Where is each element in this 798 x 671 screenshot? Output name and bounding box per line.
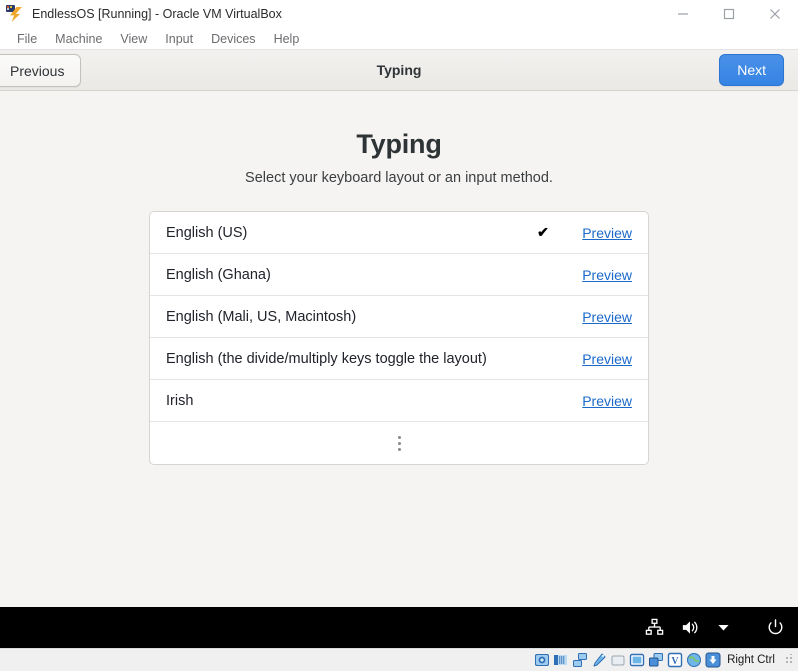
previous-button[interactable]: Previous bbox=[0, 54, 82, 87]
preview-link[interactable]: Preview bbox=[576, 309, 632, 325]
optical-drive-icon[interactable] bbox=[553, 652, 569, 668]
network-adapter-icon[interactable] bbox=[572, 652, 588, 668]
virtualbox-statusbar: V Right Ctrl bbox=[0, 648, 798, 671]
guest-screen: Previous Typing Next Typing Select your … bbox=[0, 50, 798, 648]
display-icon[interactable] bbox=[629, 652, 645, 668]
hard-disk-icon[interactable] bbox=[534, 652, 550, 668]
window-titlebar: EndlessOS [Running] - Oracle VM VirtualB… bbox=[0, 0, 798, 28]
layout-label: English (US) bbox=[166, 224, 248, 241]
volume-icon[interactable] bbox=[680, 618, 699, 637]
network-wired-icon[interactable] bbox=[645, 618, 664, 637]
mouse-integration-icon[interactable] bbox=[705, 652, 721, 668]
next-button[interactable]: Next bbox=[719, 54, 784, 86]
window-controls bbox=[660, 0, 798, 28]
remote-desktop-icon[interactable] bbox=[648, 652, 664, 668]
preview-link[interactable]: Preview bbox=[576, 351, 632, 367]
host-key-label: Right Ctrl bbox=[727, 654, 775, 666]
layout-label: English (the divide/multiply keys toggle… bbox=[166, 350, 487, 367]
preview-link[interactable]: Preview bbox=[576, 267, 632, 283]
minimize-icon[interactable] bbox=[660, 0, 706, 28]
preview-link[interactable]: Preview bbox=[576, 225, 632, 241]
svg-text:V: V bbox=[671, 656, 679, 667]
menu-item-view[interactable]: View bbox=[111, 29, 156, 49]
headerbar-title: Typing bbox=[376, 62, 422, 78]
menu-item-file[interactable]: File bbox=[8, 29, 46, 49]
menu-item-help[interactable]: Help bbox=[265, 29, 309, 49]
globe-icon[interactable] bbox=[686, 652, 702, 668]
menu-item-machine[interactable]: Machine bbox=[46, 29, 111, 49]
layout-label: English (Mali, US, Macintosh) bbox=[166, 308, 357, 325]
keyboard-layout-row[interactable]: English (Ghana) Preview bbox=[150, 254, 648, 296]
chevron-down-icon[interactable] bbox=[715, 619, 732, 636]
virtualbox-icon bbox=[6, 5, 24, 23]
preview-link[interactable]: Preview bbox=[576, 393, 632, 409]
power-icon[interactable] bbox=[766, 618, 785, 637]
video-capture-icon[interactable]: V bbox=[667, 652, 683, 668]
menu-item-devices[interactable]: Devices bbox=[202, 29, 264, 49]
page-title: Typing bbox=[356, 129, 442, 159]
show-more-layouts-button[interactable] bbox=[150, 422, 648, 464]
shared-folders-icon[interactable] bbox=[610, 652, 626, 668]
virtualbox-window: EndlessOS [Running] - Oracle VM VirtualB… bbox=[0, 0, 798, 671]
layout-label: English (Ghana) bbox=[166, 266, 271, 283]
menubar: File Machine View Input Devices Help bbox=[0, 28, 798, 50]
layout-label: Irish bbox=[166, 392, 194, 409]
selected-check-icon: ✔ bbox=[537, 224, 549, 240]
keyboard-layout-row[interactable]: English (US) ✔ Preview bbox=[150, 212, 648, 254]
installer-headerbar: Previous Typing Next bbox=[0, 50, 798, 91]
menu-item-input[interactable]: Input bbox=[156, 29, 202, 49]
keyboard-layout-row[interactable]: Irish Preview bbox=[150, 380, 648, 422]
installer-content: Typing Select your keyboard layout or an… bbox=[0, 91, 798, 607]
gnome-bottom-bar bbox=[0, 607, 798, 648]
three-dots-vertical-icon bbox=[397, 435, 401, 451]
close-icon[interactable] bbox=[752, 0, 798, 28]
usb-icon[interactable] bbox=[591, 652, 607, 668]
keyboard-layout-list: English (US) ✔ Preview English (Ghana) P… bbox=[149, 211, 649, 465]
resize-grip-icon[interactable] bbox=[785, 654, 794, 666]
maximize-icon[interactable] bbox=[706, 0, 752, 28]
keyboard-layout-row[interactable]: English (Mali, US, Macintosh) Preview bbox=[150, 296, 648, 338]
window-title: EndlessOS [Running] - Oracle VM VirtualB… bbox=[32, 7, 282, 21]
keyboard-layout-row[interactable]: English (the divide/multiply keys toggle… bbox=[150, 338, 648, 380]
page-subtitle: Select your keyboard layout or an input … bbox=[245, 170, 553, 186]
